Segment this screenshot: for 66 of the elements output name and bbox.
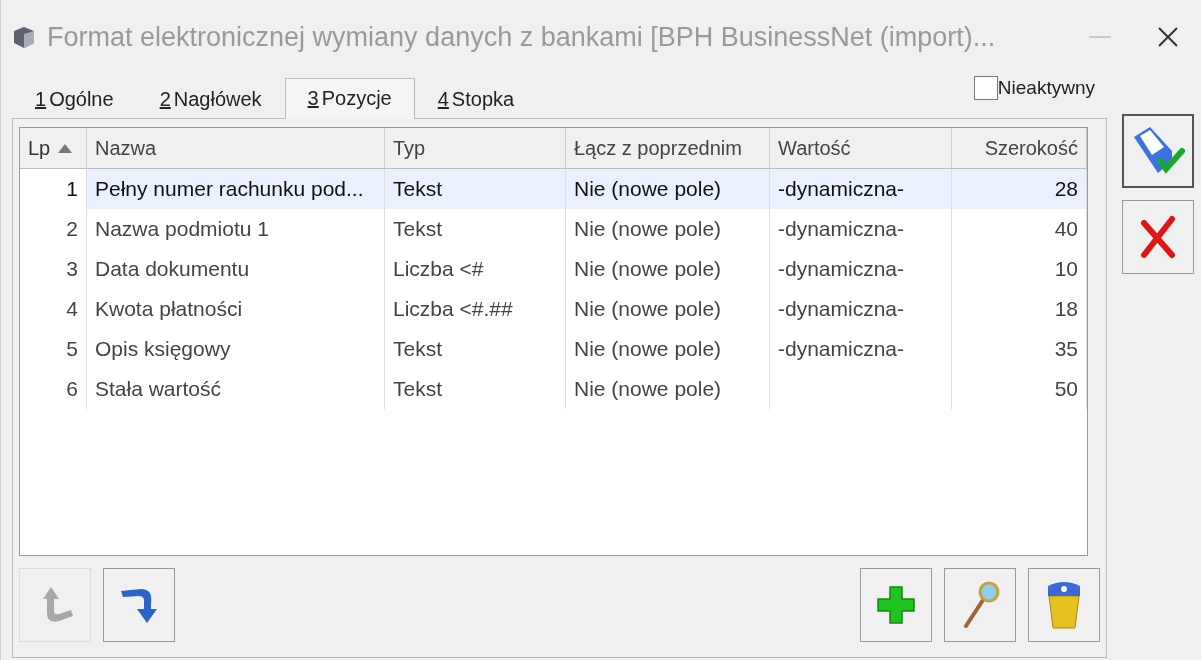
table-cell: Tekst <box>393 377 442 401</box>
table-cell: Tekst <box>393 337 442 361</box>
minimize-icon <box>1089 35 1111 39</box>
table-cell: -dynamiczna- <box>778 297 905 321</box>
column-header[interactable]: Nazwa <box>87 128 385 168</box>
add-button[interactable] <box>860 568 932 642</box>
cube-icon <box>11 24 37 50</box>
checkbox-square[interactable] <box>973 76 998 100</box>
table-cell: Nie (nowe pole) <box>574 297 722 321</box>
table-row[interactable]: 6 Stała wartość Tekst Nie (nowe pole) 50 <box>20 369 1087 409</box>
cancel-button[interactable] <box>1122 200 1194 274</box>
close-icon <box>1157 26 1179 48</box>
table-cell: Nie (nowe pole) <box>574 377 722 401</box>
table-cell: Liczba <# <box>393 257 484 281</box>
table-cell: Nie (nowe pole) <box>574 177 722 201</box>
table-cell: 10 <box>1054 257 1078 281</box>
table-row[interactable]: 4 Kwota płatności Liczba <#.## Nie (nowe pole) -dynamiczna- 18 <box>20 289 1087 329</box>
table-cell: 3 <box>66 257 78 281</box>
cross-icon <box>1138 215 1178 259</box>
table-cell: Nie (nowe pole) <box>574 217 722 241</box>
table-row[interactable]: 2 Nazwa podmiotu 1 Tekst Nie (nowe pole) -dynamiczna- 40 <box>20 209 1087 249</box>
table-cell: Liczba <#.## <box>393 297 513 321</box>
window-title: Format elektronicznej wymiany danych z bankami [BPH BusinessNet (import)... <box>47 21 997 53</box>
table-cell: 40 <box>1054 217 1078 241</box>
table-cell: -dynamiczna- <box>778 337 905 361</box>
save-button[interactable] <box>1122 114 1194 188</box>
table-cell: 5 <box>66 337 78 361</box>
table-cell: Nie (nowe pole) <box>574 337 722 361</box>
table-cell: 28 <box>1054 177 1078 201</box>
table-cell: 18 <box>1054 297 1078 321</box>
table-cell: 6 <box>66 377 78 401</box>
column-header[interactable]: Typ <box>385 128 566 168</box>
column-header[interactable]: Łącz z poprzednim <box>566 128 770 168</box>
column-header[interactable]: Szerokość <box>952 128 1087 168</box>
tab[interactable]: 1 Ogólne <box>12 79 137 118</box>
table-row[interactable]: 1 Pełny numer rachunku pod... Tekst Nie (nowe pole) -dynamiczna- 28 <box>20 169 1087 209</box>
checkbox-label: Nieaktywny <box>997 77 1095 99</box>
table-cell: 50 <box>1054 377 1078 401</box>
table-cell: Data dokumentu <box>95 257 250 281</box>
table-cell: Tekst <box>393 217 442 241</box>
table-cell: Pełny numer rachunku pod... <box>95 177 364 201</box>
delete-button[interactable] <box>1028 568 1100 642</box>
table-cell: -dynamiczna- <box>778 177 905 201</box>
table-cell: Stała wartość <box>95 377 222 401</box>
table-cell: 1 <box>66 177 78 201</box>
table-row[interactable]: 5 Opis księgowy Tekst Nie (nowe pole) -dynamiczna- 35 <box>20 329 1087 369</box>
table-cell: Kwota płatności <box>95 297 243 321</box>
move-down-button[interactable] <box>103 568 175 642</box>
table-cell: Tekst <box>393 177 442 201</box>
plus-icon <box>876 583 916 627</box>
table-cell: 35 <box>1054 337 1078 361</box>
table-cell: -dynamiczna- <box>778 257 905 281</box>
preview-button[interactable] <box>944 568 1016 642</box>
column-header[interactable]: Lp <box>20 128 87 168</box>
table-cell: Nie (nowe pole) <box>574 257 722 281</box>
table-cell: 2 <box>66 217 78 241</box>
sort-ascending-icon <box>58 143 73 153</box>
table-cell: Nazwa podmiotu 1 <box>95 217 269 241</box>
tab[interactable]: 3 Pozycje <box>284 78 415 119</box>
table-cell: 4 <box>66 297 78 321</box>
table-cell: Opis księgowy <box>95 337 231 361</box>
column-header[interactable]: Wartość <box>770 128 952 168</box>
tab[interactable]: 4Stopka <box>414 79 538 118</box>
table-cell: -dynamiczna- <box>778 217 905 241</box>
table-row[interactable]: 3 Data dokumentu Liczba <# Nie (nowe pole) -dynamiczna- 10 <box>20 249 1087 289</box>
tab[interactable]: 2 Nagłówek <box>136 79 285 118</box>
